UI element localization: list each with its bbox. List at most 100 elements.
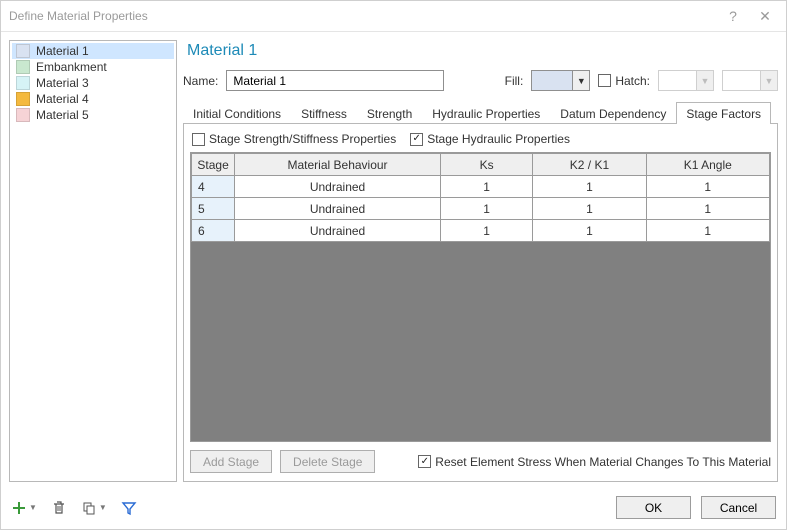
cell[interactable]: Undrained [235, 220, 441, 242]
checkbox-box: ✓ [418, 455, 431, 468]
material-label: Material 5 [36, 108, 89, 122]
window-title: Define Material Properties [9, 9, 724, 23]
tab-initial-conditions[interactable]: Initial Conditions [183, 102, 291, 124]
footer: ▼ ▼ OK Cance [1, 490, 786, 529]
checkbox-box [598, 74, 611, 87]
cell[interactable]: 1 [646, 176, 769, 198]
stage-grid-wrap: StageMaterial BehaviourKsK2 / K1K1 Angle… [190, 152, 771, 442]
reset-stress-checkbox[interactable]: ✓ Reset Element Stress When Material Cha… [418, 455, 771, 469]
fill-label: Fill: [505, 74, 524, 88]
tab-stage-factors[interactable]: Stage Factors [676, 102, 771, 124]
fill-swatch [532, 71, 572, 90]
copy-icon [81, 500, 97, 516]
delete-stage-button[interactable]: Delete Stage [280, 450, 375, 473]
table-row[interactable]: 4Undrained111 [192, 176, 770, 198]
close-icon[interactable]: ✕ [756, 8, 774, 25]
reset-stress-label: Reset Element Stress When Material Chang… [435, 455, 771, 469]
material-label: Material 4 [36, 92, 89, 106]
fill-select[interactable]: ▼ [531, 70, 590, 91]
chevron-down-icon: ▼ [29, 503, 37, 512]
add-material-button[interactable]: ▼ [11, 500, 37, 516]
add-stage-button[interactable]: Add Stage [190, 450, 272, 473]
footer-buttons: OK Cancel [616, 496, 776, 519]
cell[interactable]: 4 [192, 176, 235, 198]
tab-hydraulic-properties[interactable]: Hydraulic Properties [422, 102, 550, 124]
titlebar-controls: ? ✕ [724, 8, 778, 25]
column-header: Stage [192, 154, 235, 176]
tabs: Initial ConditionsStiffnessStrengthHydra… [183, 101, 778, 124]
ok-button[interactable]: OK [616, 496, 691, 519]
filter-button[interactable] [121, 500, 137, 516]
cell[interactable]: 1 [646, 198, 769, 220]
cell[interactable]: 1 [533, 198, 646, 220]
delete-material-button[interactable] [51, 500, 67, 516]
client-area: Material 1 Embankment Material 3 Material 4… [1, 32, 786, 490]
cancel-button[interactable]: Cancel [701, 496, 776, 519]
name-label: Name: [183, 74, 218, 88]
main-panel: Material 1 Name: Fill: ▼ Hatch: ▼ [183, 40, 778, 482]
tab-stiffness[interactable]: Stiffness [291, 102, 357, 124]
stage-hydraulic-label: Stage Hydraulic Properties [427, 132, 570, 146]
cell[interactable]: Undrained [235, 198, 441, 220]
chevron-down-icon: ▼ [760, 71, 777, 90]
cell[interactable]: 1 [533, 176, 646, 198]
material-item[interactable]: Material 1 [12, 43, 174, 59]
material-heading: Material 1 [187, 42, 778, 60]
cell[interactable]: 1 [533, 220, 646, 242]
tab-strength[interactable]: Strength [357, 102, 422, 124]
table-row[interactable]: 6Undrained111 [192, 220, 770, 242]
hatch-checkbox[interactable]: Hatch: [598, 74, 650, 88]
checkbox-box: ✓ [410, 133, 423, 146]
hatch-pattern-select: ▼ [658, 70, 714, 91]
material-label: Embankment [36, 60, 107, 74]
titlebar: Define Material Properties ? ✕ [1, 1, 786, 32]
stage-hydraulic-checkbox[interactable]: ✓ Stage Hydraulic Properties [410, 132, 570, 146]
checkbox-box [192, 133, 205, 146]
cell[interactable]: 1 [440, 220, 533, 242]
stage-strength-checkbox[interactable]: Stage Strength/Stiffness Properties [192, 132, 396, 146]
material-label: Material 1 [36, 44, 89, 58]
stage-factors-panel: Stage Strength/Stiffness Properties ✓ St… [183, 124, 778, 482]
stage-grid[interactable]: StageMaterial BehaviourKsK2 / K1K1 Angle… [191, 153, 770, 242]
materials-list[interactable]: Material 1 Embankment Material 3 Material 4… [9, 40, 177, 482]
material-item[interactable]: Embankment [12, 59, 174, 75]
name-row: Name: Fill: ▼ Hatch: ▼ ▼ [183, 70, 778, 91]
funnel-icon [121, 500, 137, 516]
cell[interactable]: 5 [192, 198, 235, 220]
cell[interactable]: 1 [440, 176, 533, 198]
material-swatch [16, 92, 30, 106]
material-swatch [16, 108, 30, 122]
tab-datum-dependency[interactable]: Datum Dependency [550, 102, 676, 124]
material-item[interactable]: Material 4 [12, 91, 174, 107]
table-row[interactable]: 5Undrained111 [192, 198, 770, 220]
material-swatch [16, 44, 30, 58]
copy-material-button[interactable]: ▼ [81, 500, 107, 516]
column-header: Ks [440, 154, 533, 176]
trash-icon [51, 500, 67, 516]
material-label: Material 3 [36, 76, 89, 90]
hatch-label: Hatch: [615, 74, 650, 88]
cell[interactable]: 1 [440, 198, 533, 220]
column-header: K2 / K1 [533, 154, 646, 176]
material-item[interactable]: Material 3 [12, 75, 174, 91]
hatch-color-select: ▼ [722, 70, 778, 91]
panel-bottom: Add Stage Delete Stage ✓ Reset Element S… [190, 450, 771, 473]
dialog-window: Define Material Properties ? ✕ Material … [0, 0, 787, 530]
material-swatch [16, 76, 30, 90]
cell[interactable]: Undrained [235, 176, 441, 198]
column-header: K1 Angle [646, 154, 769, 176]
chevron-down-icon: ▼ [696, 71, 713, 90]
chevron-down-icon: ▼ [99, 503, 107, 512]
cell[interactable]: 1 [646, 220, 769, 242]
cell[interactable]: 6 [192, 220, 235, 242]
material-swatch [16, 60, 30, 74]
help-icon[interactable]: ? [724, 8, 742, 24]
stage-strength-label: Stage Strength/Stiffness Properties [209, 132, 396, 146]
chevron-down-icon: ▼ [572, 71, 589, 90]
plus-icon [11, 500, 27, 516]
panel-checks: Stage Strength/Stiffness Properties ✓ St… [192, 132, 771, 146]
footer-toolbar: ▼ ▼ [11, 500, 137, 516]
name-input[interactable] [226, 70, 444, 91]
material-item[interactable]: Material 5 [12, 107, 174, 123]
column-header: Material Behaviour [235, 154, 441, 176]
